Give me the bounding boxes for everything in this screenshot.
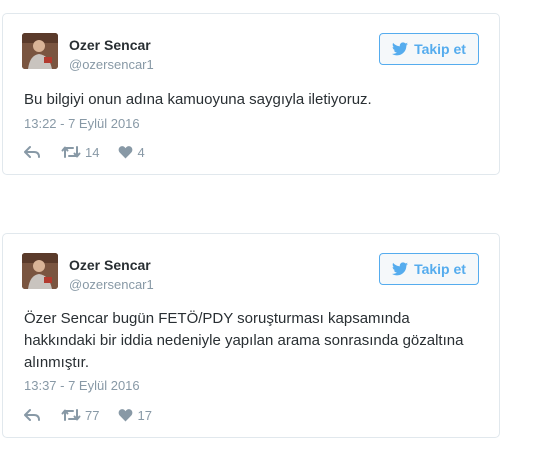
like-button[interactable]: 17 [118, 407, 152, 423]
reply-icon [24, 145, 41, 159]
retweet-button[interactable]: 77 [61, 408, 99, 423]
tweet-card: Ozer Sencar @ozersencar1 Takip et Özer S… [2, 233, 500, 438]
avatar[interactable] [22, 253, 58, 289]
tweet-actions: 14 4 [24, 142, 145, 162]
tweet-text: Özer Sencar bugün FETÖ/PDY soruşturması … [24, 310, 464, 371]
twitter-bird-icon [392, 262, 409, 276]
author-name[interactable]: Ozer Sencar [69, 256, 151, 274]
retweet-button[interactable]: 14 [61, 145, 99, 160]
tweet-actions: 77 17 [24, 405, 152, 425]
follow-button[interactable]: Takip et [379, 253, 479, 285]
follow-label: Takip et [414, 261, 466, 277]
author-handle[interactable]: @ozersencar1 [69, 56, 154, 73]
reply-icon [24, 408, 41, 422]
avatar[interactable] [22, 33, 58, 69]
reply-button[interactable] [24, 145, 41, 159]
retweet-count: 14 [85, 144, 100, 160]
tweet-timestamp[interactable]: 13:22 - 7 Eylül 2016 [24, 115, 140, 132]
retweet-icon [61, 408, 81, 422]
follow-button[interactable]: Takip et [379, 33, 479, 65]
author-name[interactable]: Ozer Sencar [69, 36, 151, 54]
like-button[interactable]: 4 [118, 144, 145, 160]
heart-icon [118, 145, 133, 159]
like-count: 17 [137, 407, 152, 423]
twitter-bird-icon [392, 42, 409, 56]
retweet-count: 77 [85, 407, 100, 423]
heart-icon [118, 408, 133, 422]
reply-button[interactable] [24, 408, 41, 422]
like-count: 4 [137, 144, 145, 160]
tweet-text: Bu bilgiyi onun adına kamuoyuna saygıyla… [24, 91, 372, 108]
follow-label: Takip et [414, 41, 466, 57]
author-handle[interactable]: @ozersencar1 [69, 276, 154, 293]
tweet-timestamp[interactable]: 13:37 - 7 Eylül 2016 [24, 377, 140, 394]
retweet-icon [61, 145, 81, 159]
tweet-card: Ozer Sencar @ozersencar1 Takip et Bu bil… [2, 13, 500, 175]
